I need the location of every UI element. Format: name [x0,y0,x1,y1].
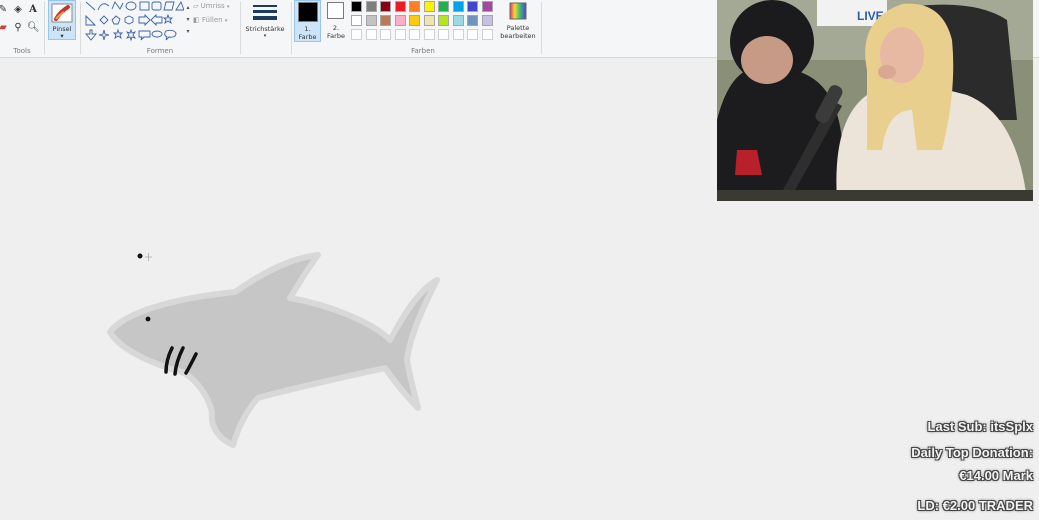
pencil-icon[interactable]: ✎ [0,4,9,16]
stroke-width-button[interactable]: Strichstärke ▾ [241,0,289,44]
shapes-gallery[interactable] [84,0,184,42]
shapes-group-label: Formen [146,47,174,55]
color-picker-icon[interactable]: ⚲ [12,22,24,34]
palette-swatch[interactable] [452,15,464,26]
donation-amount-text: €14.00 Mark [959,468,1033,483]
last-sub-text: Last Sub: itsSplx [927,419,1033,434]
latest-donation-text: LD: €2.00 TRADER [917,498,1033,513]
color2-swatch [327,2,344,19]
palette-swatch[interactable] [380,15,391,26]
palette-swatch[interactable] [438,1,449,12]
tools-group-label: Tools [13,47,31,55]
brush-dropdown-icon[interactable]: ▾ [49,32,75,40]
color1-swatch [298,2,318,22]
palette-swatch-empty[interactable] [380,29,391,40]
brush-group: Pinsel ▾ [46,0,78,57]
stray-dot [137,253,143,259]
shapes-scroll[interactable]: ▴ ▾ ▾ [185,2,191,40]
palette-swatch[interactable] [409,15,420,26]
edit-palette-label-2: bearbeiten [500,32,536,40]
palette-swatch[interactable] [409,1,420,12]
shark-body [107,252,440,448]
palette-swatch-empty[interactable] [438,29,449,40]
colors-group: Farben [350,0,496,57]
palette-swatch-empty[interactable] [423,29,435,40]
palette-swatch-empty[interactable] [481,29,493,40]
tools-group: ✎ ◈ A ▰ ⚲ 🔍︎ Tools [0,0,44,57]
magnifier-icon[interactable]: 🔍︎ [27,22,40,34]
fill-icon: ◧ [193,16,200,24]
palette-swatch[interactable] [394,15,406,26]
palette-swatch[interactable] [481,15,493,26]
color2-label: Farbe [327,32,345,40]
palette-swatch[interactable] [351,1,362,12]
daily-top-donation-label: Daily Top Donation: [911,445,1033,460]
edit-palette-label-1: Palette [506,24,530,32]
webcam-overlay: LIVE [717,0,1033,201]
shark-eye [145,316,151,322]
palette-swatch-empty[interactable] [394,29,406,40]
palette-swatch[interactable] [351,15,362,26]
palette-swatch[interactable] [467,15,478,26]
palette-swatch[interactable] [423,1,435,12]
palette-swatch[interactable] [467,1,478,12]
fill-dropdown-icon: ▾ [224,18,228,24]
palette-swatch[interactable] [380,1,391,12]
color2-label-num: 2. [332,24,340,32]
brush-icon [51,3,73,23]
shapes-group: ▴ ▾ ▾ ▱ Umriss ▾ ◧ Füllen ▾ Formen [81,0,239,57]
text-tool-icon[interactable]: A [27,4,39,16]
fill-label: Füllen [201,16,223,24]
palette-swatch-empty[interactable] [409,29,420,40]
outline-button[interactable]: ▱ Umriss ▾ [193,2,229,10]
fill-bucket-icon[interactable]: ◈ [12,4,24,16]
outline-label: Umriss [200,2,225,10]
palette-swatch-empty[interactable] [452,29,464,40]
palette-swatch[interactable] [365,1,377,12]
fill-button[interactable]: ◧ Füllen ▾ [193,16,227,24]
outline-dropdown-icon: ▾ [226,4,230,10]
color2-button[interactable]: 2. Farbe [323,0,349,42]
palette-swatch[interactable] [423,15,435,26]
webcam-scene: LIVE [717,0,1033,201]
palette-swatch-empty[interactable] [467,29,478,40]
color1-button[interactable]: 1. Farbe [294,0,321,42]
stroke-dropdown-icon: ▾ [263,33,267,39]
palette-swatch[interactable] [394,1,406,12]
outline-icon: ▱ [193,2,199,10]
palette-swatch-empty[interactable] [365,29,377,40]
palette-swatch[interactable] [481,1,493,12]
color1-label: Farbe [298,33,317,41]
stroke-width-icon [253,5,277,20]
edit-palette-button[interactable]: Palette bearbeiten [497,0,539,44]
palette-swatch[interactable] [365,15,377,26]
colors-group-label: Farben [411,47,435,55]
color1-label-num: 1. [304,25,311,33]
stroke-group: Strichstärke ▾ [241,0,289,57]
palette-swatch-empty[interactable] [351,29,362,40]
crosshair-cursor-icon [145,253,152,261]
palette-swatch[interactable] [452,1,464,12]
palette-swatch[interactable] [438,15,449,26]
edit-palette-icon [509,2,527,20]
brush-button[interactable]: Pinsel ▾ [48,0,76,40]
eraser-icon[interactable]: ▰ [0,22,9,34]
